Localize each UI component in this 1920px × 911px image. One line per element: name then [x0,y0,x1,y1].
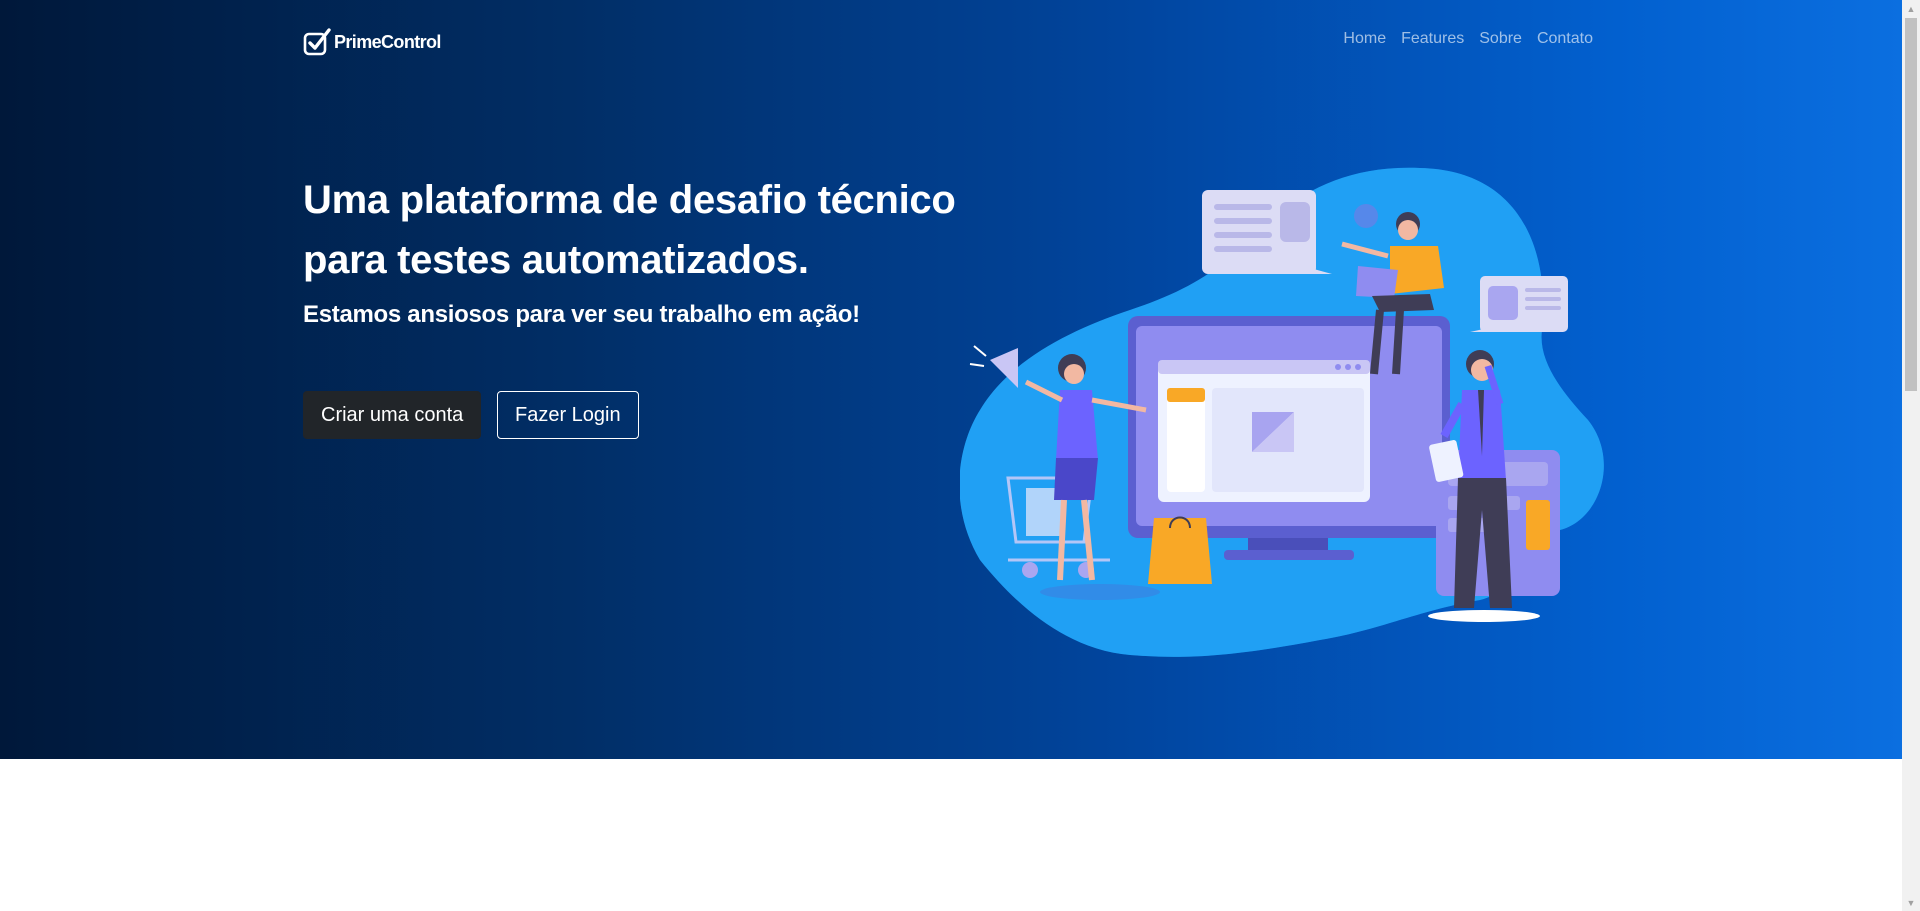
nav-links: Home Features Sobre Contato [1328,30,1593,48]
login-button[interactable]: Fazer Login [497,391,639,439]
page-scrollbar[interactable]: ▲ ▼ [1902,0,1920,911]
team-with-computer-illustration [960,167,1604,657]
nav-link-sobre[interactable]: Sobre [1479,30,1522,48]
nav-link-contato[interactable]: Contato [1537,30,1593,48]
brand-link[interactable]: PrimeControl [303,26,441,58]
scroll-down-arrow-icon[interactable]: ▼ [1902,894,1920,911]
hero-section: PrimeControl Home Features Sobre Contato… [0,0,1902,759]
nav-link-home[interactable]: Home [1343,30,1386,48]
brand-name: PrimeControl [334,31,441,52]
hero-headline: Uma plataforma de desafio técnico para t… [303,178,956,282]
create-account-button[interactable]: Criar uma conta [303,391,482,439]
scrollbar-thumb[interactable] [1905,18,1917,391]
hero-subheadline: Estamos ansiosos para ver seu trabalho e… [303,301,860,328]
navbar: PrimeControl Home Features Sobre Contato [303,26,1593,62]
scroll-up-arrow-icon[interactable]: ▲ [1902,0,1920,17]
checkbox-logo-icon [303,28,331,56]
nav-link-features[interactable]: Features [1401,30,1464,48]
